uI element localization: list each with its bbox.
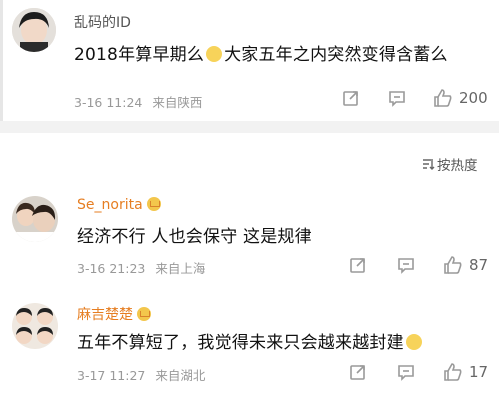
timestamp: 3-16 21:23 来自上海 xyxy=(77,258,205,277)
share-icon xyxy=(350,258,365,273)
avatar[interactable] xyxy=(12,303,58,349)
comment-button[interactable] xyxy=(397,363,415,381)
like-count: 17 xyxy=(469,363,489,381)
timestamp: 3-16 11:24 来自陕西 xyxy=(74,92,202,111)
comment-icon xyxy=(389,91,405,107)
sort-toggle[interactable]: 按热度 xyxy=(421,154,478,174)
username-text: 麻吉楚楚 xyxy=(77,307,133,323)
comment-text: 五年不算短了，我觉得未来只会越来越封建 xyxy=(77,328,424,353)
avatar[interactable] xyxy=(12,8,56,52)
comment-icon xyxy=(398,365,414,381)
comment-text-part: 五年不算短了，我觉得未来只会越来越封建 xyxy=(77,333,404,353)
share-icon xyxy=(350,365,365,380)
like-count: 87 xyxy=(469,256,489,274)
comment-text: 2018年算早期么 大家五年之内突然变得含蓄么 xyxy=(74,40,448,65)
vip-badge-icon xyxy=(146,197,161,211)
comment-icon xyxy=(398,258,414,274)
comment-time: 3-17 11:27 xyxy=(77,368,146,383)
timestamp: 3-17 11:27 来自湖北 xyxy=(77,365,205,384)
like-icon xyxy=(444,256,462,274)
share-button[interactable] xyxy=(349,363,367,381)
share-button[interactable] xyxy=(342,89,360,107)
username-text: Se_norita xyxy=(77,197,143,213)
like-icon xyxy=(444,363,462,381)
comment-time: 3-16 21:23 xyxy=(77,261,146,276)
like-button[interactable]: 200 xyxy=(433,88,488,108)
username[interactable]: Se_norita xyxy=(77,197,161,213)
comment-location: 来自上海 xyxy=(155,261,206,276)
share-button[interactable] xyxy=(349,256,367,274)
sort-icon xyxy=(423,159,435,170)
comment-button[interactable] xyxy=(388,89,406,107)
avatar[interactable] xyxy=(12,196,58,242)
post-time: 3-16 11:24 xyxy=(74,95,143,110)
comment-text-part: 大家五年之内突然变得含蓄么 xyxy=(224,45,448,65)
emoji-icon xyxy=(206,46,223,62)
sort-label: 按热度 xyxy=(437,158,478,174)
comment-location: 来自湖北 xyxy=(155,368,206,383)
username[interactable]: 麻吉楚楚 xyxy=(77,304,151,324)
username[interactable]: 乱码的ID xyxy=(74,12,131,32)
like-count: 200 xyxy=(459,89,488,107)
section-divider xyxy=(0,121,499,133)
like-icon xyxy=(434,89,452,107)
share-icon xyxy=(343,91,358,106)
comment-text-part: 2018年算早期么 xyxy=(74,45,205,65)
laughing-emoji-icon xyxy=(405,334,422,350)
like-button[interactable]: 17 xyxy=(443,362,488,382)
post-location: 来自陕西 xyxy=(152,95,203,110)
thread-indent-line xyxy=(0,0,3,121)
comment-text: 经济不行 人也会保守 这是规律 xyxy=(77,227,312,247)
like-button[interactable]: 87 xyxy=(443,255,488,275)
comment-button[interactable] xyxy=(397,256,415,274)
vip-badge-icon xyxy=(137,307,151,321)
